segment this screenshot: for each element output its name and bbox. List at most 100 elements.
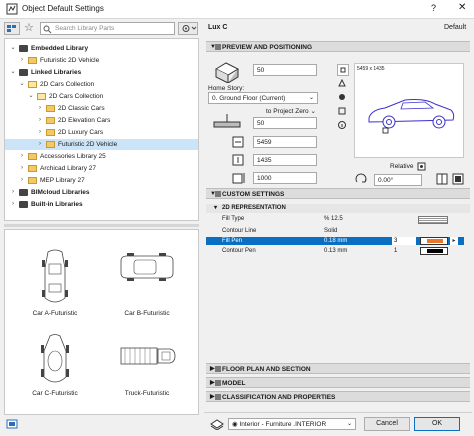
param-row-fill-type[interactable]: Fill Type % 12.5 [206,215,464,224]
tree-item[interactable]: › 2D Luxury Cars [5,127,198,138]
param-row-contour-pen[interactable]: Contour Pen 0.13 mm 1 [206,247,464,255]
favorites-star-icon[interactable]: ☆ [24,22,38,35]
fill-pen-number-input[interactable]: 3 [392,237,416,245]
tree-item[interactable]: › 2D Elevation Cars [5,115,198,126]
thumbnail-car-c[interactable]: Car C-Futuristic [10,330,100,400]
chevron-right-icon[interactable]: › [18,151,26,162]
plan-view-icon [340,67,346,73]
chevron-down-icon[interactable]: ⌄ [18,79,26,90]
param-row-fill-pen[interactable]: Fill Pen 0.18 mm 3 ▸ [206,237,464,245]
project-zero-input[interactable]: 50 [253,117,317,129]
section-custom-header[interactable]: ▼ CUSTOM SETTINGS [206,188,470,199]
tree-item[interactable]: › Futuristic 2D Vehicle [5,55,198,66]
object-name: Lux C [208,24,228,31]
mirror-button[interactable] [436,173,448,185]
thumbnail-car-b[interactable]: Car B-Futuristic [102,248,192,318]
chevron-down-icon: ⌄ [308,95,314,101]
view-mode-button[interactable] [4,22,20,35]
chevron-right-icon[interactable]: › [18,163,26,174]
relative-label: Relative [390,163,414,170]
thumbnail-truck[interactable]: Truck-Futuristic [102,330,192,400]
default-label: Default [444,24,467,31]
fill-pen-color-swatch[interactable] [420,237,448,245]
section-icon [215,191,221,197]
width-icon [232,136,244,148]
chevron-right-icon[interactable]: › [36,127,44,138]
chevron-right-icon[interactable]: › [36,115,44,126]
tree-item[interactable]: ⌄ Embedded Library [5,43,198,54]
ok-button[interactable]: OK [414,417,460,431]
tree-item[interactable]: › MEP Library 27 [5,175,198,186]
close-button[interactable]: ✕ [458,2,466,13]
section-preview-header[interactable]: ▼ PREVIEW AND POSITIONING [206,41,470,52]
chevron-right-icon[interactable]: › [18,175,26,186]
section-icon [215,366,221,372]
tree-item[interactable]: › BIMcloud Libraries [5,187,198,198]
library-manager-icon[interactable] [6,418,18,430]
elevation-input[interactable]: 50 [253,64,317,76]
thumbnail-label: Car A-Futuristic [32,310,78,317]
height-input[interactable]: 1000 [253,172,317,184]
contour-pen-color-swatch[interactable] [420,247,448,255]
info-view-button[interactable] [337,120,349,132]
library-settings-button[interactable] [178,22,198,35]
tree-item-label: 2D Cars Collection [49,93,104,100]
tree-item[interactable]: ⌄ 2D Cars Collection [5,79,198,90]
chevron-down-icon[interactable]: ⌄ [27,91,35,102]
plan-view-button[interactable] [337,64,349,76]
thumbnail-car-a[interactable]: Car A-Futuristic [10,248,100,318]
chevron-right-icon[interactable]: › [36,103,44,114]
chevron-down-icon[interactable]: ⌄ [9,67,17,78]
section-view-button[interactable] [337,78,349,90]
library-icon [19,69,28,76]
orientation-button[interactable] [452,173,464,185]
preview-canvas[interactable]: 5459 x 1435 [354,63,464,158]
tree-item[interactable]: › Accessories Library 25 [5,151,198,162]
tree-item[interactable]: › 2D Classic Cars [5,103,198,114]
layer-icon [210,419,224,430]
angle-input[interactable]: 0.00° [374,174,422,186]
layer-select[interactable]: ◉ Interior - Furniture .INTERIOR ⌄ [228,418,356,430]
panel-splitter[interactable] [4,224,199,227]
chevron-right-icon[interactable]: › [36,139,44,150]
anchor-icon[interactable] [417,162,426,171]
to-project-zero-select[interactable]: to Project Zero ⌄ [266,107,316,115]
tree-item[interactable]: › Built-in Libraries [5,199,198,210]
tree-item[interactable]: ⌄ Linked Libraries [5,67,198,78]
chevron-right-icon[interactable]: › [9,187,17,198]
folder-icon [28,165,37,172]
chevron-right-icon: ▶ [210,394,215,400]
thumbnail-label: Truck-Futuristic [124,390,170,397]
tree-item[interactable]: › Futuristic 2D Vehicle [5,139,198,150]
cancel-button[interactable]: Cancel [364,417,410,431]
info-icon [338,121,346,129]
contour-pen-number[interactable]: 1 [392,247,416,255]
subsection-2d-representation[interactable]: ▾ 2D REPRESENTATION [206,204,470,213]
vehicle-preview-image [368,99,455,134]
settings-view-button[interactable] [337,106,349,118]
search-icon [43,25,52,34]
chevron-right-icon[interactable]: › [18,55,26,66]
chevron-right-icon: ▶ [210,380,215,386]
depth-input[interactable]: 1435 [253,154,317,166]
tree-item-label: 2D Cars Collection [40,81,95,88]
section-model-header[interactable]: ▶ MODEL [206,377,470,388]
car-a-thumbnail-image [42,249,68,303]
title-bar: Object Default Settings ? ✕ [0,0,474,19]
home-story-select[interactable]: 0. Ground Floor (Current) ⌄ [208,92,318,104]
width-input[interactable]: 5459 [253,136,317,148]
fill-pen-picker-arrow-icon[interactable]: ▸ [450,237,458,245]
3d-view-button[interactable] [337,92,349,104]
help-button[interactable]: ? [431,3,436,13]
app-icon [6,3,18,15]
tree-item[interactable]: › Archicad Library 27 [5,163,198,174]
chevron-right-icon[interactable]: › [9,199,17,210]
tree-item[interactable]: ⌄ 2D Cars Collection [5,91,198,102]
thumbnail-label: Car B-Futuristic [124,310,170,317]
param-row-contour-line[interactable]: Contour Line Solid [206,227,464,235]
elevation-icon [214,62,240,83]
section-classification-header[interactable]: ▶ CLASSIFICATION AND PROPERTIES [206,391,470,402]
chevron-down-icon[interactable]: ⌄ [9,43,17,54]
search-input[interactable]: Search Library Parts [40,22,175,35]
section-floor-plan-header[interactable]: ▶ FLOOR PLAN AND SECTION [206,363,470,374]
